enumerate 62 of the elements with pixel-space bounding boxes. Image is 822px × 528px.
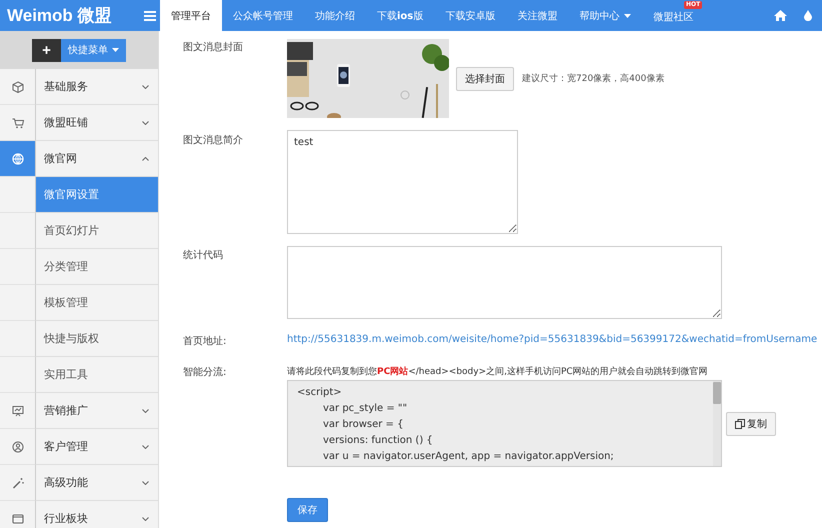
caret-icon <box>112 48 119 52</box>
cube-icon <box>12 80 24 92</box>
chevron-up-icon <box>142 156 149 160</box>
code-line: versions: function () { <box>322 434 433 448</box>
logo: Weimob 微盟 <box>6 5 113 27</box>
nav-tab[interactable]: 下载安卓版 <box>434 0 506 31</box>
field-label: 图文消息封面 <box>182 40 244 55</box>
sidebar-item[interactable]: 微盟旺铺 <box>35 105 158 141</box>
sidebar-item[interactable]: 基础服务 <box>35 69 158 105</box>
sidebar-item[interactable]: 客户管理 <box>35 429 158 465</box>
window-icon <box>12 512 24 524</box>
field-label: 首页地址: <box>182 334 228 348</box>
sidebar-item[interactable]: 高级功能 <box>35 465 158 501</box>
add-button[interactable]: + <box>32 38 61 62</box>
choose-cover-button[interactable]: 选择封面 <box>456 66 514 90</box>
stats-code-input[interactable] <box>287 246 722 319</box>
home-url-link[interactable]: http://55631839.m.weimob.com/weisite/home?pid=55631839&bid=56399172&wechatid=fromUsername <box>287 334 818 345</box>
code-line: var pc_style = "" <box>322 402 408 416</box>
summary-input[interactable]: test <box>287 130 518 234</box>
nav-tab[interactable]: 下载ios版 <box>366 0 434 31</box>
nav-tab[interactable]: 管理平台 <box>160 0 222 31</box>
menu-icon <box>144 10 156 20</box>
save-button[interactable]: 保存 <box>287 498 328 522</box>
magic-wand-icon <box>12 476 24 488</box>
submenu-item[interactable]: 模板管理 <box>35 285 158 321</box>
cart-icon <box>12 116 24 128</box>
person-icon <box>12 440 24 452</box>
submenu-item[interactable]: 快捷与版权 <box>35 321 158 357</box>
presentation-board-icon <box>12 404 24 416</box>
submenu-item[interactable]: 实用工具 <box>35 357 158 393</box>
chevron-down-icon <box>142 120 149 124</box>
code-line: var browser = { <box>322 418 404 432</box>
nav-tab[interactable]: 功能介绍 <box>304 0 366 31</box>
submenu-item[interactable]: 首页幻灯片 <box>35 213 158 249</box>
code-line: var u = navigator.userAgent, app = navigator.appVersion; <box>322 450 614 464</box>
submenu-item[interactable]: 分类管理 <box>35 249 158 285</box>
chevron-down-icon <box>142 444 149 448</box>
home-icon <box>774 10 786 21</box>
nav-tab[interactable]: 公众帐号管理 <box>222 0 304 31</box>
quick-menu-button[interactable]: 快捷菜单 <box>61 38 126 62</box>
chevron-down-icon <box>142 480 149 484</box>
nav-tab[interactable]: 帮助中心 <box>568 0 642 31</box>
field-label: 图文消息简介 <box>182 134 244 148</box>
code-box[interactable]: <script> var pc_style = "" var browser = { versions: function () { var u = navigator.userAgent, app = navigator.appVersion; <box>287 380 722 467</box>
copy-button[interactable]: 复制 <box>726 412 776 436</box>
sidebar-item[interactable]: 行业板块 <box>35 501 158 528</box>
field-label: 智能分流: <box>182 366 228 380</box>
size-hint: 建议尺寸：宽720像素，高400像素 <box>522 72 664 85</box>
copy-icon <box>735 418 745 428</box>
chevron-down-icon <box>142 84 149 88</box>
field-label: 统计代码 <box>182 248 224 263</box>
nav-tab[interactable]: 关注微盟 <box>506 0 568 31</box>
nav-tab[interactable]: 微盟社区 <box>642 9 704 31</box>
sidebar-item[interactable]: 营销推广 <box>35 393 158 429</box>
globe-icon <box>12 152 24 164</box>
instruction-text: 请将此段代码复制到您PC网站</head><body>之间,这样手机访问PC网站的用户就会自动跳转到微官网 <box>287 365 709 378</box>
drop-icon <box>804 10 812 21</box>
submenu-item[interactable]: 微官网设置 <box>35 177 158 213</box>
code-line: <script> <box>297 386 342 400</box>
chevron-down-icon <box>142 516 149 520</box>
scrollbar-thumb[interactable] <box>713 382 721 404</box>
chevron-down-icon <box>142 408 149 412</box>
